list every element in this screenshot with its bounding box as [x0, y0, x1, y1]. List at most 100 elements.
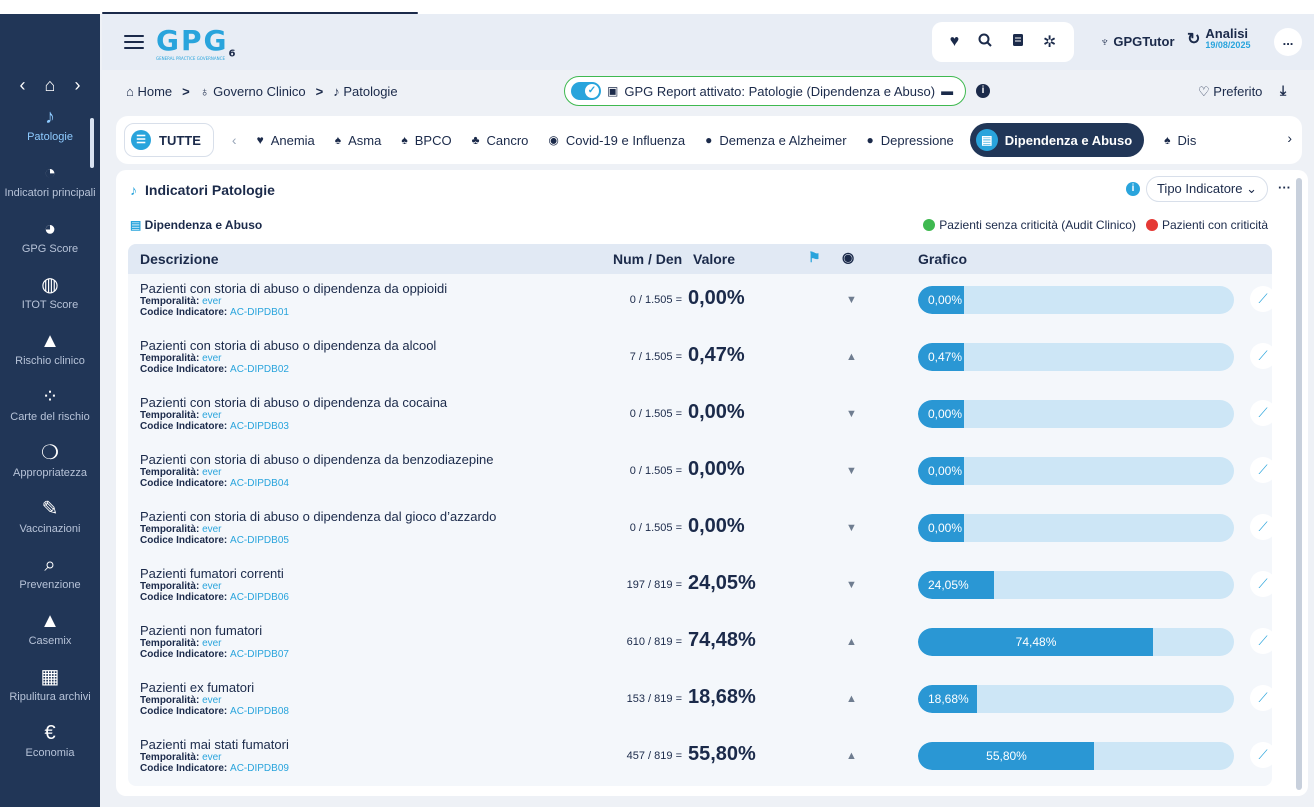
- tab-dis[interactable]: ♠ Dis: [1164, 133, 1196, 148]
- table-row[interactable]: Pazienti ex fumatori Temporalità: ever C…: [128, 673, 1276, 729]
- hamburger-menu-icon[interactable]: [124, 31, 144, 53]
- chart-icon[interactable]: ⟋: [1250, 628, 1276, 654]
- sidebar-item-itot-score[interactable]: ◍ ITOT Score: [0, 270, 100, 326]
- forward-arrow-icon[interactable]: ›: [74, 75, 80, 96]
- pulse-gauge-icon: ◍: [41, 273, 59, 296]
- sidebar-item-label: Appropriatezza: [13, 467, 87, 479]
- breadcrumb-home[interactable]: ⌂ Home: [126, 84, 172, 99]
- chart-icon[interactable]: ⟋: [1250, 343, 1276, 369]
- table-row[interactable]: Pazienti con storia di abuso o dipendenz…: [128, 502, 1276, 558]
- progress-bar: 0,00%: [918, 457, 1234, 485]
- progress-bar: 55,80%: [918, 742, 1234, 770]
- table-row[interactable]: Pazienti con storia di abuso o dipendenz…: [128, 331, 1276, 387]
- codice-indicatore: Codice Indicatore: AC-DIPDB06: [140, 592, 289, 603]
- home-icon[interactable]: ⌂: [45, 75, 56, 96]
- breadcrumb-separator: >: [182, 84, 190, 99]
- valore: 0,00%: [688, 287, 745, 309]
- sidebar-item-casemix[interactable]: ▲ Casemix: [0, 606, 100, 662]
- top-strip: [0, 0, 1314, 14]
- progress-label: 18,68%: [928, 692, 969, 706]
- table-row[interactable]: Pazienti con storia di abuso o dipendenz…: [128, 445, 1276, 501]
- download-icon[interactable]: ⤓: [1280, 82, 1286, 99]
- row-description: Pazienti fumatori correnti Temporalità: …: [140, 567, 289, 604]
- trend-down-icon: ▼: [846, 579, 857, 591]
- indicator-name: Pazienti con storia di abuso o dipendenz…: [140, 395, 448, 410]
- app-logo[interactable]: GPG6 GENERAL PRACTICE GOVERNANCE: [156, 24, 237, 61]
- info-icon[interactable]: i: [1126, 182, 1140, 196]
- flag-icon[interactable]: ⚑: [808, 249, 821, 266]
- dipendenza-icon: ▤: [975, 129, 998, 151]
- heart-icon: ♥: [256, 133, 264, 147]
- sidebar-item-gpg-score[interactable]: ◕ GPG Score: [0, 214, 100, 270]
- tabs-bar: ☰ TUTTE ‹ ♥ Anemia ♠ Asma ♠ BPCO ♣ Cancro ◉ Covid…: [116, 116, 1302, 164]
- chart-icon[interactable]: ⟋: [1250, 571, 1276, 597]
- table-row[interactable]: Pazienti fumatori correnti Temporalità: …: [128, 559, 1276, 615]
- breadcrumb-patologie[interactable]: ♪ Patologie: [333, 84, 397, 99]
- row-description: Pazienti mai stati fumatori Temporalità:…: [140, 738, 289, 775]
- chart-icon[interactable]: ⟋: [1250, 742, 1276, 768]
- signal-icon[interactable]: ◉: [842, 249, 854, 266]
- gear-icon[interactable]: ✲: [1043, 32, 1056, 52]
- list-icon: ☰: [131, 130, 151, 150]
- archive-icon: ▦: [40, 665, 60, 688]
- sidebar-active-indicator: [90, 118, 94, 168]
- warning-icon: ▲: [40, 329, 60, 352]
- search-icon[interactable]: [978, 33, 993, 52]
- row-description: Pazienti ex fumatori Temporalità: ever C…: [140, 681, 289, 718]
- table-row[interactable]: Pazienti con storia di abuso o dipendenz…: [128, 388, 1276, 444]
- sidebar-item-vaccinazioni[interactable]: ✎ Vaccinazioni: [0, 494, 100, 550]
- tab-dipendenza-e-abuso[interactable]: ▤ Dipendenza e Abuso: [969, 123, 1145, 157]
- progress-label: 0,00%: [928, 521, 963, 535]
- chart-icon[interactable]: ⟋: [1250, 286, 1276, 312]
- gpgtutor-button[interactable]: ♆ GPGTutor: [1100, 34, 1175, 49]
- tab-anemia[interactable]: ♥ Anemia: [257, 133, 315, 148]
- panel-more-icon[interactable]: ···: [1278, 180, 1291, 195]
- tab-demenza-e-alzheimer[interactable]: ● Demenza e Alzheimer: [705, 133, 846, 148]
- breadcrumb-governo-clinico[interactable]: ♁ Governo Clinico: [200, 84, 306, 99]
- report-toggle[interactable]: [571, 82, 601, 100]
- breadcrumb: ⌂ Home > ♁ Governo Clinico > ♪ Patologie: [126, 84, 398, 99]
- sidebar-item-economia[interactable]: € Economia: [0, 718, 100, 774]
- sidebar-item-ripulitura-archivi[interactable]: ▦ Ripulitura archivi: [0, 662, 100, 718]
- tab-bpco[interactable]: ♠ BPCO: [401, 133, 451, 148]
- preferito-button[interactable]: ♡ Preferito: [1198, 84, 1262, 100]
- document-icon[interactable]: [1012, 33, 1024, 52]
- tab-tutte[interactable]: ☰ TUTTE: [124, 123, 214, 157]
- heart-icon[interactable]: ♥: [950, 33, 960, 51]
- analisi-button[interactable]: ↻ Analisi 19/08/2025: [1187, 27, 1250, 50]
- tab-cancro[interactable]: ♣ Cancro: [472, 133, 529, 148]
- tab-asma[interactable]: ♠ Asma: [335, 133, 382, 148]
- sidebar-item-label: Patologie: [27, 131, 73, 143]
- tab-covid-19-e-influenza[interactable]: ◉ Covid-19 e Influenza: [548, 133, 685, 148]
- tab-depressione[interactable]: ● Depressione: [867, 133, 954, 148]
- temporalita: Temporalità: ever: [140, 581, 222, 592]
- sidebar-item-prevenzione[interactable]: ⌕ Prevenzione: [0, 550, 100, 606]
- progress-bar: 0,00%: [918, 514, 1234, 542]
- chart-icon[interactable]: ⟋: [1250, 685, 1276, 711]
- table-row[interactable]: Pazienti con storia di abuso o dipendenz…: [128, 274, 1276, 330]
- indicator-name: Pazienti con storia di abuso o dipendenz…: [140, 452, 494, 467]
- sidebar-item-rischio-clinico[interactable]: ▲ Rischio clinico: [0, 326, 100, 382]
- more-menu-button[interactable]: ...: [1274, 28, 1302, 56]
- sidebar-item-indicatori-principali[interactable]: ◔ Indicatori principali: [0, 158, 100, 214]
- chart-icon[interactable]: ⟋: [1250, 400, 1276, 426]
- trend-down-icon: ▼: [846, 408, 857, 420]
- chart-icon[interactable]: ⟋: [1250, 457, 1276, 483]
- sidebar-item-label: Vaccinazioni: [19, 523, 81, 535]
- sidebar-item-carte-del-rischio[interactable]: ⁘ Carte del rischio: [0, 382, 100, 438]
- gpg-report-pill[interactable]: ▣ GPG Report attivato: Patologie (Dipend…: [564, 76, 966, 106]
- sidebar-item-patologie[interactable]: ♪ Patologie: [0, 102, 100, 158]
- valore: 24,05%: [688, 572, 756, 594]
- table-row[interactable]: Pazienti mai stati fumatori Temporalità:…: [128, 730, 1276, 786]
- tabs-next-icon[interactable]: ›: [1287, 130, 1292, 146]
- info-icon[interactable]: i: [976, 84, 990, 98]
- back-arrow-icon[interactable]: ‹: [20, 75, 26, 96]
- row-description: Pazienti con storia di abuso o dipendenz…: [140, 510, 496, 547]
- progress-bar: 0,47%: [918, 343, 1234, 371]
- panel-scrollbar[interactable]: [1296, 178, 1302, 790]
- chart-icon[interactable]: ⟋: [1250, 514, 1276, 540]
- table-row[interactable]: Pazienti non fumatori Temporalità: ever …: [128, 616, 1276, 672]
- briefcase-icon: ▬: [941, 84, 954, 98]
- tipo-indicatore-dropdown[interactable]: Tipo Indicatore ⌄: [1146, 176, 1268, 202]
- sidebar-item-appropriatezza[interactable]: ❍ Appropriatezza: [0, 438, 100, 494]
